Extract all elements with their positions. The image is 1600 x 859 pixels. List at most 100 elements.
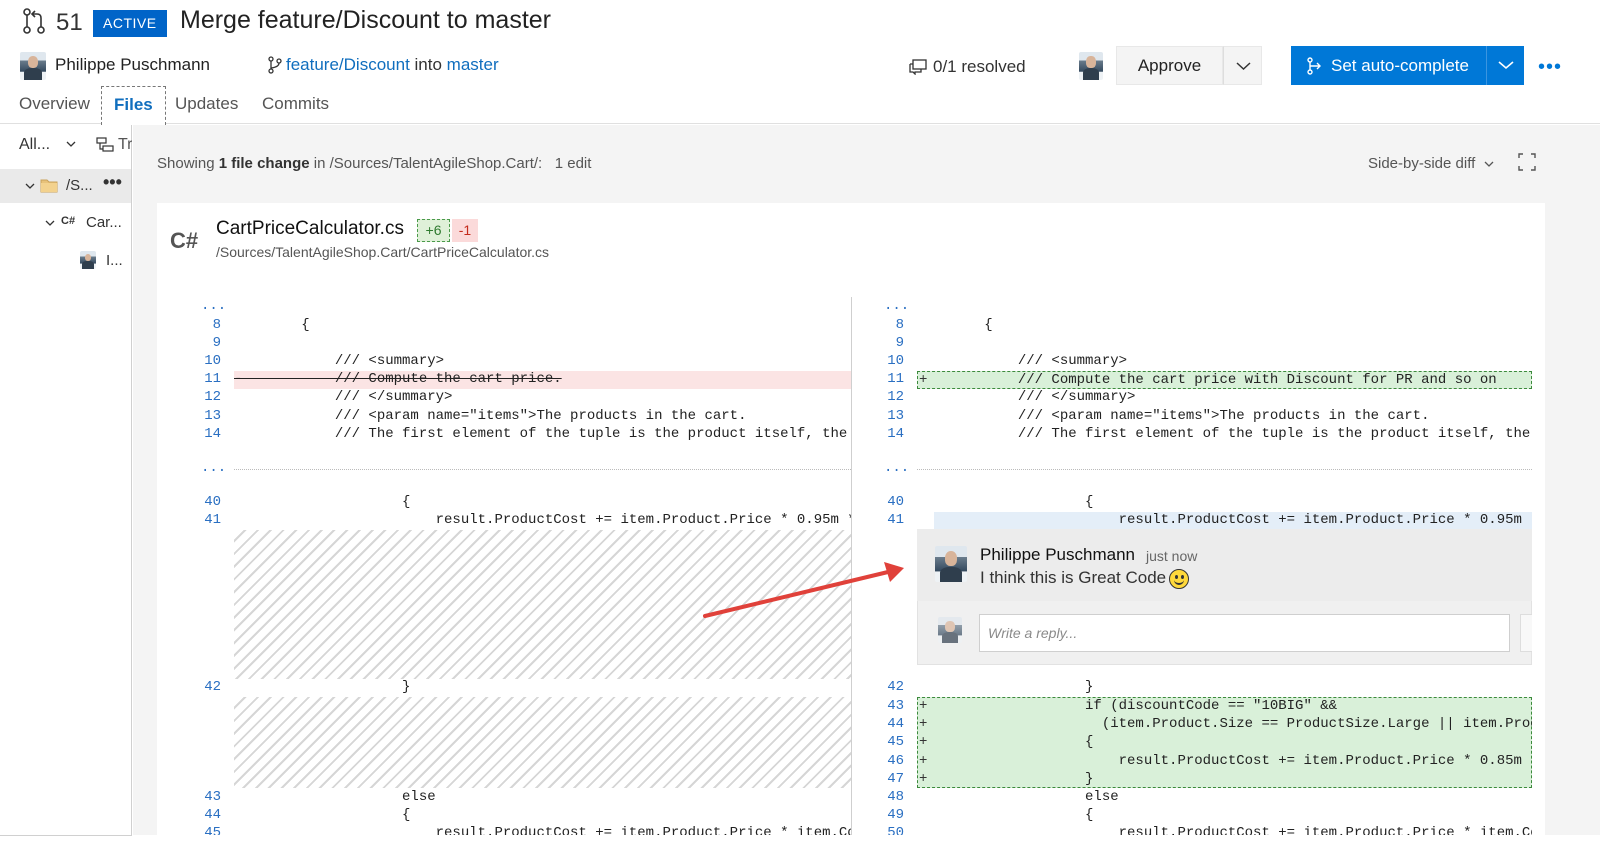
expand-lines-button[interactable]: ... <box>884 460 909 476</box>
pr-header: 51 ACTIVE Merge feature/Discount to mast… <box>0 0 1600 46</box>
line-number: 13 <box>887 408 904 424</box>
tab-updates[interactable]: Updates <box>175 86 238 124</box>
csharp-file-icon: C# <box>170 228 199 253</box>
author-name[interactable]: Philippe Puschmann <box>55 55 210 75</box>
code-line: /// <summary> <box>234 353 445 369</box>
tree-view-label[interactable]: Tr <box>118 136 132 154</box>
branch-info: feature/Discount into master <box>286 55 499 75</box>
annotation-arrow-icon <box>703 562 904 618</box>
pr-tabs: Overview Files Updates Commits <box>0 86 1600 125</box>
line-number: 9 <box>895 335 904 351</box>
code-line: { <box>234 317 310 333</box>
expand-lines-button[interactable]: ... <box>201 298 226 314</box>
comment-icon <box>909 59 927 75</box>
code-line[interactable]: result.ProductCost += item.Product.Price… <box>917 512 1532 528</box>
tree-view-icon[interactable] <box>96 137 114 153</box>
code-line: } <box>917 679 1094 695</box>
reply-button-edge[interactable] <box>1520 614 1532 652</box>
line-number: 43 <box>204 789 221 805</box>
pane-bottom-border <box>0 835 132 836</box>
approve-dropdown-button[interactable] <box>1223 46 1262 85</box>
line-number: 12 <box>887 389 904 405</box>
tab-commits[interactable]: Commits <box>262 86 329 124</box>
summary-count: 1 file change <box>218 155 310 172</box>
comment-timestamp: just now <box>1146 548 1198 564</box>
line-number: 14 <box>887 426 904 442</box>
tab-overview[interactable]: Overview <box>19 86 90 124</box>
code-line: { <box>917 807 1094 823</box>
added-code-line: { <box>917 734 1094 750</box>
line-number: 8 <box>895 317 904 333</box>
bottom-edge <box>0 835 1600 859</box>
removed-code-line: /// Compute the cart price. <box>234 371 562 387</box>
code-line: /// <param name="items">The products in … <box>234 408 747 424</box>
expand-lines-button[interactable]: ... <box>884 298 909 314</box>
line-number: 41 <box>887 512 904 528</box>
target-branch-link[interactable]: master <box>447 55 499 74</box>
reviewer-avatar[interactable] <box>1079 52 1103 80</box>
line-number: 48 <box>887 789 904 805</box>
code-line: /// The first element of the tuple is th… <box>917 426 1532 442</box>
expand-lines-button[interactable]: ... <box>201 460 226 476</box>
line-number: 47 <box>887 771 904 787</box>
code-line: else <box>917 789 1119 805</box>
fullscreen-icon[interactable] <box>1518 153 1536 171</box>
line-number: 10 <box>204 353 221 369</box>
tab-files[interactable]: Files <box>101 86 166 125</box>
additions-badge: +6 <box>417 219 450 242</box>
chevron-down-icon <box>1498 61 1514 70</box>
line-number: 11 <box>204 371 221 387</box>
line-number: 45 <box>887 734 904 750</box>
file-tree-item[interactable]: C# Car... <box>0 209 131 237</box>
collapsed-section-separator <box>917 469 1532 470</box>
line-number: 44 <box>204 807 221 823</box>
csharp-file-icon: C# <box>61 215 76 227</box>
reply-avatar <box>938 617 962 643</box>
line-number: 40 <box>887 494 904 510</box>
reply-input[interactable] <box>979 614 1510 652</box>
folder-more-icon[interactable]: ••• <box>103 172 122 193</box>
code-line: { <box>917 317 993 333</box>
line-number: 14 <box>204 426 221 442</box>
comment-tree-item[interactable]: I... <box>0 247 131 275</box>
deletions-badge: -1 <box>452 219 478 242</box>
branch-icon <box>268 56 282 74</box>
file-tree-pane: All... Tr /S... ••• C# Car... I... <box>0 125 132 835</box>
folder-tree-item[interactable]: /S... ••• <box>0 169 131 203</box>
auto-complete-dropdown-button[interactable] <box>1486 46 1524 85</box>
code-line: /// </summary> <box>234 389 453 405</box>
code-line: /// </summary> <box>917 389 1136 405</box>
chevron-down-icon[interactable] <box>1484 160 1494 168</box>
comment-author[interactable]: Philippe Puschmann <box>980 545 1135 565</box>
file-name[interactable]: CartPriceCalculator.cs <box>216 218 404 240</box>
line-number: 42 <box>887 679 904 695</box>
folder-icon <box>40 179 58 193</box>
approve-button[interactable]: Approve <box>1116 46 1223 85</box>
file-path: /Sources/TalentAgileShop.Cart/CartPriceC… <box>216 244 550 260</box>
line-number: 40 <box>204 494 221 510</box>
diff-mode-dropdown[interactable]: Side-by-side diff <box>1368 155 1475 172</box>
empty-block-placeholder <box>234 697 851 788</box>
status-badge: ACTIVE <box>93 10 167 37</box>
line-number: 41 <box>204 512 221 528</box>
chevron-down-icon[interactable] <box>25 182 35 190</box>
code-line: else <box>234 789 436 805</box>
smiley-icon <box>1169 569 1189 589</box>
line-number: 10 <box>887 353 904 369</box>
collapsed-section-separator <box>234 469 851 470</box>
summary-prefix: Showing <box>157 155 219 172</box>
more-actions-icon[interactable]: ••• <box>1538 56 1562 79</box>
comment-author-avatar[interactable] <box>935 546 967 582</box>
line-number: 42 <box>204 679 221 695</box>
file-filter-dropdown[interactable]: All... <box>19 136 50 154</box>
chevron-down-icon <box>1236 62 1251 71</box>
code-line: } <box>234 679 411 695</box>
resolved-count[interactable]: 0/1 resolved <box>933 57 1026 77</box>
chevron-down-icon[interactable] <box>66 140 76 148</box>
comment-label: I... <box>106 252 123 269</box>
source-branch-link[interactable]: feature/Discount <box>286 55 410 74</box>
comment-author-avatar <box>80 251 96 269</box>
author-avatar[interactable] <box>20 52 46 80</box>
chevron-down-icon[interactable] <box>45 219 55 227</box>
line-number: 12 <box>204 389 221 405</box>
